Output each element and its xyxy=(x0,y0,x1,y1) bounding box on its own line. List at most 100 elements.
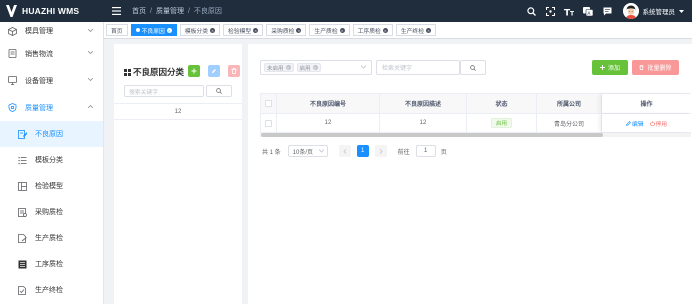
sidebar-subitem-label: 模板分类 xyxy=(35,157,63,164)
close-icon[interactable]: × xyxy=(426,27,432,33)
status-filter-select[interactable]: 未启用 × 启用 × xyxy=(260,60,372,75)
font-size-icon[interactable]: TT xyxy=(560,0,579,22)
breadcrumb-home[interactable]: 首页 xyxy=(132,6,146,16)
tag-template-category[interactable]: 模板分类 × xyxy=(179,24,221,36)
category-title-text: 不良原因分类 xyxy=(133,67,185,77)
sidebar-item-label: 质量管理 xyxy=(25,104,53,112)
plus-icon xyxy=(191,68,197,74)
close-icon[interactable]: × xyxy=(339,27,345,33)
sidebar-item-sales[interactable]: 销售物流 xyxy=(0,40,103,67)
sidebar-subitem-label: 生产质检 xyxy=(35,235,63,242)
sidebar-subitem-inspection-model[interactable]: 检验模型 xyxy=(0,173,103,199)
tag-label: 工序质检 xyxy=(357,28,381,35)
message-icon[interactable] xyxy=(598,0,617,22)
filter-chip: 启用 × xyxy=(296,63,321,72)
close-icon[interactable]: × xyxy=(285,65,291,70)
file-edit-icon xyxy=(18,233,27,243)
category-search-input[interactable]: 搜索关键字 xyxy=(124,85,204,97)
keyword-search-input[interactable]: 检索关键字 xyxy=(376,60,460,75)
notebook-icon xyxy=(18,260,27,269)
sidebar-subitem-template-category[interactable]: 模板分类 xyxy=(0,147,103,173)
tag-inspection-model[interactable]: 检验模型 × xyxy=(223,24,264,36)
tags-view: 首页 不良原因 × 模板分类 × 检验模型 × 采购质检 × 生产质检 × 工序质检 × 生… xyxy=(104,22,692,39)
shield-icon xyxy=(8,103,17,112)
tag-purchase-inspection[interactable]: 采购质检 × xyxy=(266,24,307,36)
fullscreen-icon[interactable] xyxy=(541,0,560,22)
chip-label: 未启用 xyxy=(267,65,284,72)
page-number-button[interactable]: 1 xyxy=(356,145,369,157)
language-icon[interactable]: A xyxy=(579,0,598,22)
goto-label: 前往 xyxy=(397,149,410,156)
sidebar-subitem-label: 生产终检 xyxy=(35,287,63,294)
sidebar-subitem-defect-reason[interactable]: 不良原因 xyxy=(0,121,103,147)
select-all-checkbox[interactable] xyxy=(265,100,272,107)
disable-button[interactable]: 停用 xyxy=(649,119,667,128)
close-icon[interactable]: × xyxy=(296,27,302,33)
category-search-button[interactable] xyxy=(206,85,232,97)
next-page-button[interactable] xyxy=(374,145,387,157)
tag-defect-reason[interactable]: 不良原因 × xyxy=(130,24,177,36)
close-icon[interactable]: × xyxy=(312,65,318,70)
tag-home[interactable]: 首页 xyxy=(106,24,128,36)
sidebar-item-mold[interactable]: 模具管理 xyxy=(0,22,103,40)
breadcrumb-current: 不良原因 xyxy=(193,8,222,15)
edit-icon xyxy=(626,120,631,126)
active-dot-icon xyxy=(135,28,140,32)
close-icon[interactable]: × xyxy=(382,27,388,33)
menu-toggle-icon[interactable] xyxy=(108,0,124,22)
horizontal-scrollbar[interactable] xyxy=(260,133,691,137)
sidebar-subitem-production-inspection[interactable]: 生产质检 xyxy=(0,225,103,251)
tag-production-inspection[interactable]: 生产质检 × xyxy=(309,24,350,36)
tag-label: 采购质检 xyxy=(271,28,295,35)
sidebar-subitem-purchase-inspection[interactable]: 采购质检 xyxy=(0,199,103,225)
category-tree-item[interactable]: 12 xyxy=(114,104,242,120)
close-icon[interactable]: × xyxy=(210,27,216,33)
close-icon[interactable]: × xyxy=(166,27,172,33)
defect-reason-panel: 未启用 × 启用 × 检索关键字 添加 批量删除 不良原因编号 不良原因描述 状态 … xyxy=(248,44,692,304)
search-icon[interactable] xyxy=(522,0,541,22)
delete-category-button[interactable] xyxy=(228,65,240,77)
sidebar-item-equipment[interactable]: 设备管理 xyxy=(0,67,103,94)
tag-process-inspection[interactable]: 工序质检 × xyxy=(352,24,393,36)
filter-chip: 未启用 × xyxy=(264,63,294,72)
chevron-down-icon xyxy=(88,29,93,32)
edit-document-icon xyxy=(18,129,27,139)
add-button-label: 添加 xyxy=(607,66,620,72)
breadcrumb-quality[interactable]: 质量管理 xyxy=(156,6,184,16)
user-menu[interactable]: 系统管理员 xyxy=(622,3,684,19)
tag-final-inspection[interactable]: 生产终检 × xyxy=(395,24,437,36)
plus-icon xyxy=(599,65,605,70)
row-checkbox[interactable] xyxy=(265,119,272,127)
svg-text:T: T xyxy=(570,10,574,16)
sidebar-item-quality[interactable]: 质量管理 xyxy=(0,94,103,121)
file-check-icon xyxy=(18,285,27,295)
row-actions: 编辑 停用 xyxy=(626,119,667,128)
breadcrumb-separator: / xyxy=(150,7,152,15)
close-icon[interactable]: × xyxy=(253,27,259,33)
column-header: 所属公司 xyxy=(537,94,602,113)
add-category-button[interactable] xyxy=(188,65,200,77)
sidebar-subitem-final-inspection[interactable]: 生产终检 xyxy=(0,277,103,303)
page-size-select[interactable]: 10条/页 xyxy=(287,145,328,157)
add-button[interactable]: 添加 xyxy=(592,60,628,75)
edit-button[interactable]: 编辑 xyxy=(626,119,644,128)
sidebar-subitem-label: 检验模型 xyxy=(35,183,63,190)
chevron-left-icon xyxy=(343,148,346,154)
sidebar-item-label: 模具管理 xyxy=(25,28,53,35)
sidebar-subitem-process-inspection[interactable]: 工序质检 xyxy=(0,251,103,277)
sidebar-subitem-label: 采购质检 xyxy=(35,209,63,216)
scrollbar-thumb[interactable] xyxy=(261,133,603,137)
page-unit-label: 页 xyxy=(440,149,447,156)
select-all-cell xyxy=(260,94,277,113)
tag-label: 生产终检 xyxy=(400,28,425,35)
goto-page-input[interactable]: 1 xyxy=(415,145,436,157)
list-icon xyxy=(18,156,27,165)
edit-category-button[interactable] xyxy=(208,65,220,77)
trash-icon xyxy=(231,68,237,74)
keyword-search-button[interactable] xyxy=(460,60,486,75)
brand: HUAZHI WMS xyxy=(0,0,104,22)
batch-delete-button[interactable]: 批量删除 xyxy=(632,60,679,75)
user-name: 系统管理员 xyxy=(642,9,676,16)
category-panel: 不良原因分类 搜索关键字 12 xyxy=(114,44,242,304)
prev-page-button[interactable] xyxy=(338,145,351,157)
